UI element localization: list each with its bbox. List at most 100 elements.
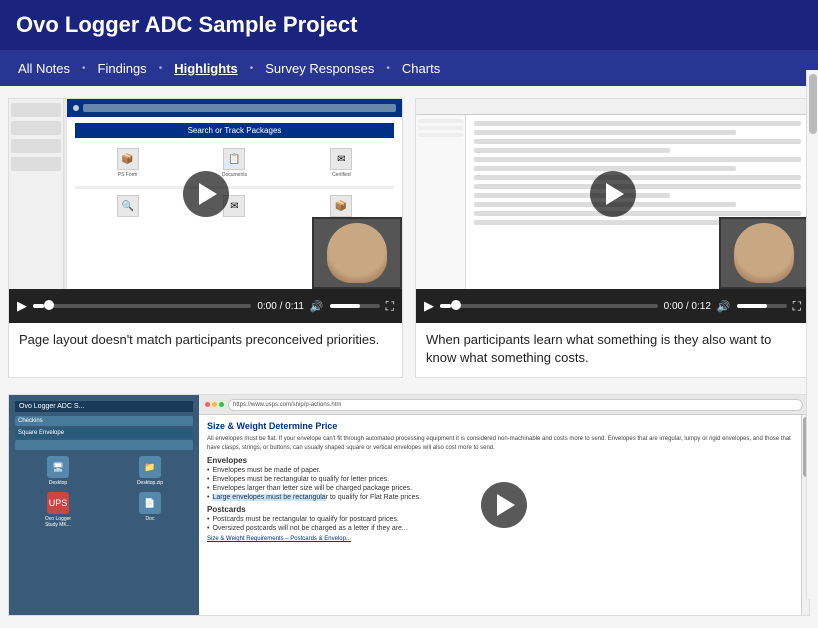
video-thumbnail-2[interactable]	[416, 99, 809, 289]
ctrl-volume-fill-2	[737, 304, 767, 308]
ctrl-time-2: 0:00 / 0:12	[664, 301, 711, 312]
sidebar-item-3	[11, 139, 61, 153]
ctrl-progress-bg-2[interactable]	[440, 304, 658, 308]
browser-url[interactable]: https://www.usps.com/ship/p-actions.htm	[228, 399, 803, 411]
desktop-icon-1: 🖥 Desktop	[15, 456, 101, 486]
ctrl-volume-bg-2[interactable]	[737, 304, 787, 308]
m2-line-3	[474, 139, 801, 144]
mock-header-bar	[67, 99, 402, 117]
mock-icon-3: ✉ Certified	[330, 148, 352, 178]
sidebar-item-4	[11, 157, 61, 171]
video-card-2: ▶ 0:00 / 0:12 🔊 ⛶ When participants lear…	[415, 98, 810, 378]
bc-bullet-1: Envelopes must be made of paper.	[207, 467, 801, 474]
mock-urlbar	[83, 104, 396, 112]
nav-survey[interactable]: Survey Responses	[255, 53, 384, 84]
browser-dot-max	[219, 402, 224, 407]
desktop-icon-lbl-3: Ovo LoggerStudy MK...	[45, 516, 71, 528]
app-btn-checkins: Checkins	[15, 416, 193, 426]
desktop-icon-lbl-4: Doc	[146, 516, 155, 522]
video-caption-2: When participants learn what something i…	[416, 323, 809, 377]
page-header: Ovo Logger ADC Sample Project	[0, 0, 818, 50]
browser-url-text: https://www.usps.com/ship/p-actions.htm	[233, 402, 341, 408]
ctrl-volume-icon-2[interactable]: 🔊	[717, 300, 731, 313]
mock-icon-lbl-1: PS Form	[118, 172, 138, 178]
browser-dot-close	[205, 402, 210, 407]
ctrl-progress-dot-1	[44, 300, 54, 310]
ctrl-volume-bg-1[interactable]	[330, 304, 380, 308]
mock-icon-row: 📦 PS Form 📋 Documents ✉	[75, 144, 394, 182]
m2-line-8	[474, 184, 801, 189]
desktop-app-title: Ovo Logger ADC S...	[15, 401, 193, 412]
video-controls-2: ▶ 0:00 / 0:12 🔊 ⛶	[416, 289, 809, 323]
browser-dots	[205, 402, 224, 407]
video-caption-1: Page layout doesn't match participants p…	[9, 323, 402, 359]
desktop-icon-lbl-1: Desktop	[49, 480, 67, 486]
webcam-face-1	[327, 223, 387, 283]
desktop-icon-4: 📄 Doc	[107, 492, 193, 528]
desktop-icon-img-2: 📁	[139, 456, 161, 478]
nav-dot-4: •	[384, 63, 392, 74]
nav-all-notes[interactable]: All Notes	[8, 53, 80, 84]
video-controls-1: ▶ 0:00 / 0:11 🔊 ⛶	[9, 289, 402, 323]
m2-sidebar-l2	[418, 126, 463, 130]
mock-icon-img-3: ✉	[330, 148, 352, 170]
mock-dot-r	[73, 105, 79, 111]
webcam-inset-2	[719, 217, 809, 289]
ctrl-fullscreen-1[interactable]: ⛶	[386, 299, 394, 314]
m2-line-11	[474, 211, 801, 216]
mock-box: 📦	[330, 195, 352, 217]
browser-window: https://www.usps.com/ship/p-actions.htm …	[199, 395, 809, 615]
bc-para-1: All envelopes must be flat. If your enve…	[207, 435, 801, 452]
m2-line-7	[474, 175, 801, 180]
nav-highlights[interactable]: Highlights	[164, 53, 248, 84]
ctrl-volume-icon-1[interactable]: 🔊	[310, 300, 324, 313]
desktop-icon-img-3: UPS	[47, 492, 69, 514]
video-thumbnail-wide[interactable]: Ovo Logger ADC S... Checkins Square Enve…	[9, 395, 809, 615]
desktop-icon-img-1: 🖥	[47, 456, 69, 478]
mock-sidebar	[9, 99, 64, 289]
ctrl-progress-bg-1[interactable]	[33, 304, 251, 308]
ctrl-time-1: 0:00 / 0:11	[257, 301, 304, 312]
ctrl-play-1[interactable]: ▶	[17, 298, 27, 314]
play-button-wide[interactable]	[481, 482, 527, 528]
page-title: Ovo Logger ADC Sample Project	[16, 12, 357, 37]
video-thumbnail-1[interactable]: Search or Track Packages 📦 PS Form 📋 Doc…	[9, 99, 402, 289]
sidebar-item-1	[11, 103, 61, 117]
ctrl-progress-dot-2	[451, 300, 461, 310]
ctrl-volume-fill-1	[330, 304, 360, 308]
m2-line-12	[474, 220, 736, 225]
mock-icon-lbl-2: Documents	[222, 172, 247, 178]
ctrl-play-2[interactable]: ▶	[424, 298, 434, 314]
bc-page-title: Size & Weight Determine Price	[207, 421, 801, 431]
mock-search-bar: Search or Track Packages	[75, 123, 394, 138]
bc-subtitle-envelopes: Envelopes	[207, 456, 801, 465]
mock-icon-img-2: 📋	[223, 148, 245, 170]
ctrl-fullscreen-2[interactable]: ⛶	[793, 299, 801, 314]
page-scrollbar[interactable]	[806, 70, 818, 599]
play-button-2[interactable]	[590, 171, 636, 217]
nav-dot-2: •	[157, 63, 165, 74]
m2-line-5	[474, 157, 801, 162]
desktop-icon-lbl-2: Desktop.zip	[137, 480, 163, 486]
nav-findings[interactable]: Findings	[88, 53, 157, 84]
mock-magnifier: 🔍	[117, 195, 139, 217]
nav-dot-1: •	[80, 63, 88, 74]
content-area: Search or Track Packages 📦 PS Form 📋 Doc…	[0, 86, 818, 628]
mock-icon-lbl-3: Certified	[332, 172, 351, 178]
page-scrollbar-thumb	[809, 74, 817, 134]
m2-line-4	[474, 148, 670, 153]
desktop-icon-grid: 🖥 Desktop 📁 Desktop.zip UPS Ovo LoggerSt…	[15, 456, 193, 528]
play-button-1[interactable]	[183, 171, 229, 217]
m2-sidebar-l1	[418, 119, 463, 123]
desktop-icon-img-4: 📄	[139, 492, 161, 514]
bc-highlight: Large envelopes must be rectangula	[212, 494, 325, 501]
navbar: All Notes • Findings • Highlights • Surv…	[0, 50, 818, 86]
app-btn-square: Square Envelope	[15, 428, 193, 438]
browser-bar: https://www.usps.com/ship/p-actions.htm	[199, 395, 809, 415]
nav-charts[interactable]: Charts	[392, 53, 450, 84]
bc-footer-link[interactable]: Size & Weight Requirements – Postcards &…	[207, 536, 801, 542]
video-card-1: Search or Track Packages 📦 PS Form 📋 Doc…	[8, 98, 403, 378]
ctrl-progress-fill-2	[440, 304, 451, 308]
mock-bottom-icons: 🔍 ✉ 📦	[75, 193, 394, 219]
m2-line-9	[474, 193, 670, 198]
